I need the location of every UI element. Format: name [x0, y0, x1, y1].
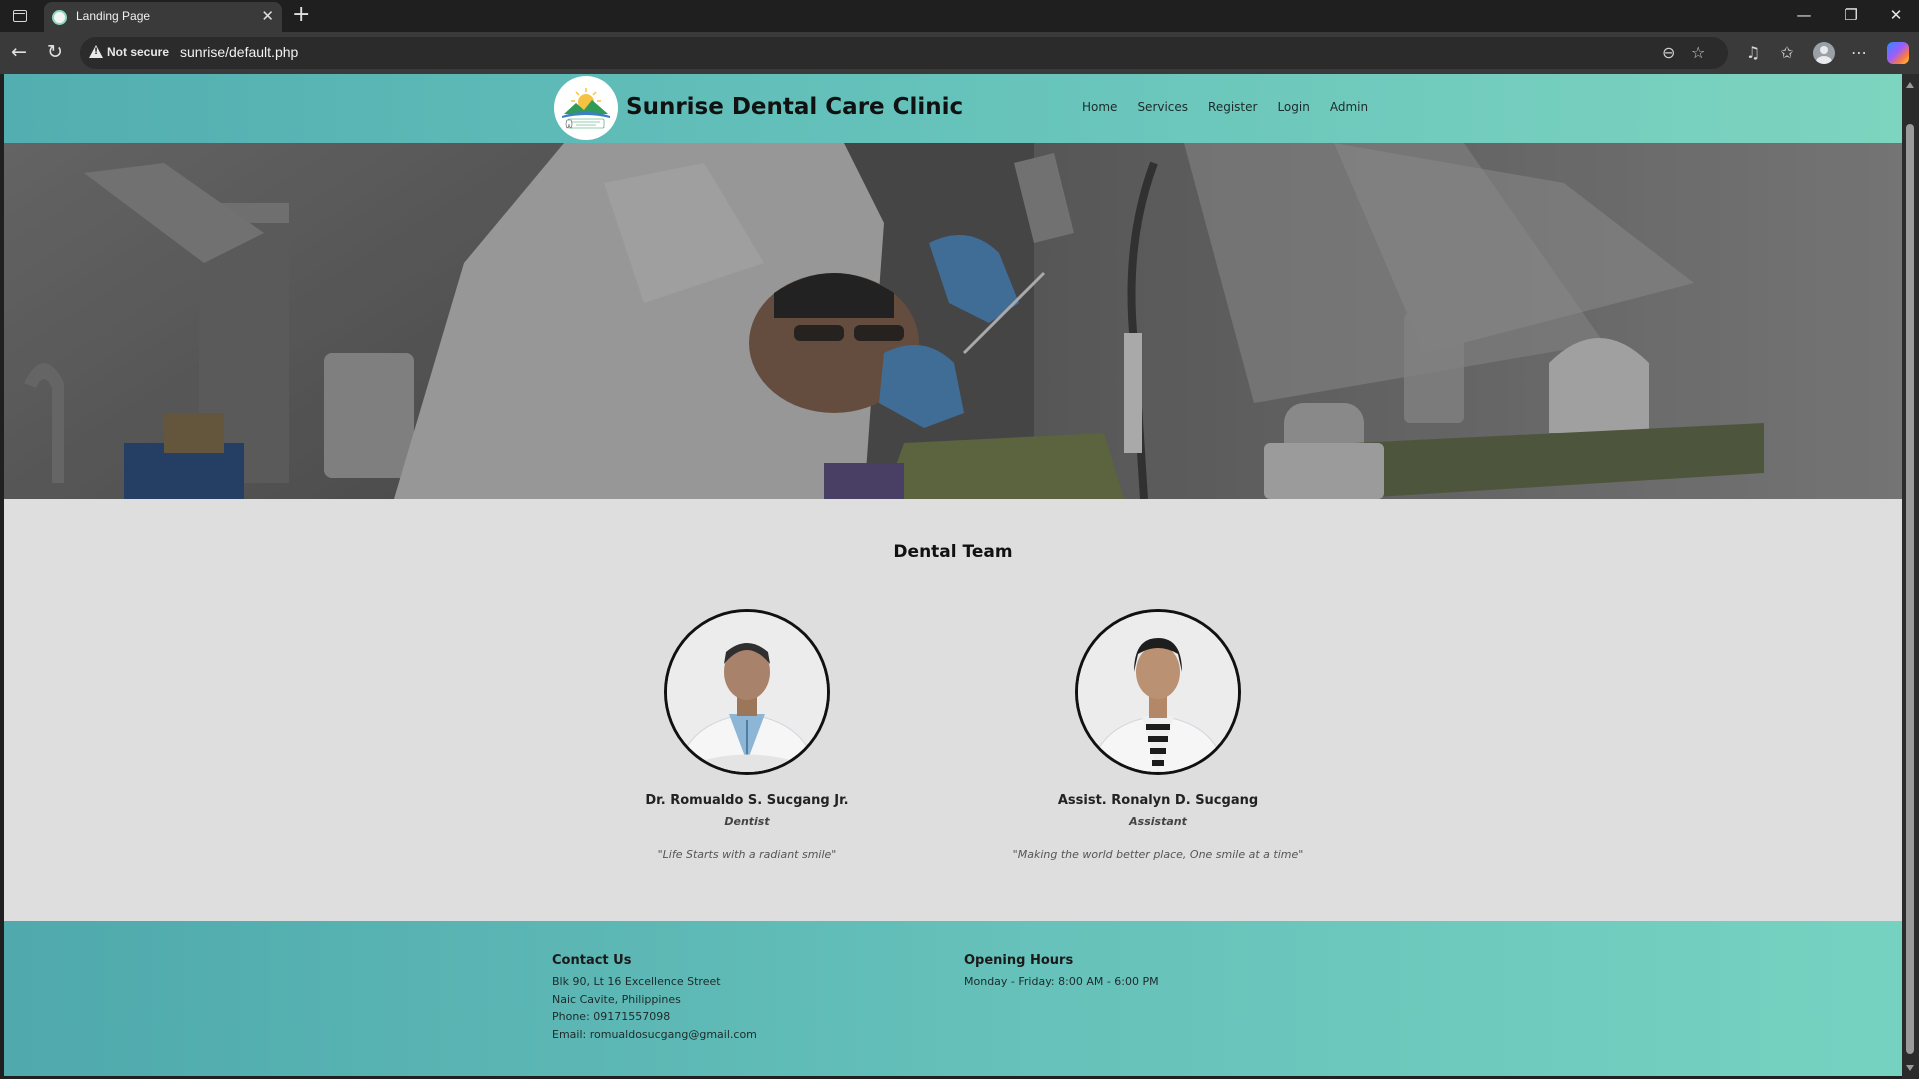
- member-name: Assist. Ronalyn D. Sucgang: [1057, 793, 1259, 808]
- browser-toolbar: ← ↻ Not secure sunrise/default.php ⊖ ☆ ♫…: [0, 32, 1919, 74]
- read-aloud-icon[interactable]: ♫: [1742, 43, 1764, 63]
- reload-icon[interactable]: ↻: [44, 41, 66, 63]
- browser-tab-bar: Landing Page ✕ + — ❐ ✕: [0, 0, 1919, 32]
- address-bar[interactable]: Not secure sunrise/default.php ⊖ ☆: [80, 37, 1728, 69]
- tab-actions-icon[interactable]: [8, 7, 32, 25]
- assistant-photo: [1075, 609, 1241, 775]
- member-quote: "Making the world better place, One smil…: [1012, 848, 1304, 861]
- security-label[interactable]: Not secure: [107, 45, 169, 59]
- scroll-down-icon[interactable]: [1906, 1065, 1914, 1071]
- favorite-star-icon[interactable]: ☆: [1691, 43, 1705, 63]
- contact-section: Contact Us Blk 90, Lt 16 Excellence Stre…: [552, 953, 757, 1043]
- minimize-icon[interactable]: —: [1794, 5, 1814, 25]
- clinic-logo[interactable]: [554, 76, 618, 140]
- contact-email[interactable]: Email: romualdosucgang@gmail.com: [552, 1026, 757, 1044]
- contact-address-line-2: Naic Cavite, Philippines: [552, 992, 681, 1006]
- url-text[interactable]: sunrise/default.php: [180, 44, 298, 60]
- contact-phone: Phone: 09171557098: [552, 1010, 671, 1023]
- team-section-title: Dental Team: [893, 542, 1013, 562]
- team-member-card: Assist. Ronalyn D. Sucgang Assistant "Ma…: [978, 609, 1338, 861]
- team-member-card: Dr. Romualdo S. Sucgang Jr. Dentist "Lif…: [567, 609, 927, 861]
- contact-heading: Contact Us: [552, 953, 632, 968]
- member-name: Dr. Romualdo S. Sucgang Jr.: [645, 793, 849, 808]
- sunrise-logo-icon: [555, 77, 617, 139]
- new-tab-button[interactable]: +: [292, 3, 310, 27]
- copilot-icon[interactable]: [1887, 42, 1909, 64]
- contact-address-line-1: Blk 90, Lt 16 Excellence Street: [552, 975, 721, 988]
- site-footer: Contact Us Blk 90, Lt 16 Excellence Stre…: [4, 921, 1902, 1076]
- nav-admin[interactable]: Admin: [1330, 100, 1368, 114]
- brand-title: Sunrise Dental Care Clinic: [626, 94, 964, 120]
- warning-icon: [89, 45, 103, 58]
- restore-icon[interactable]: ❐: [1841, 5, 1861, 25]
- tab-title: Landing Page: [76, 9, 151, 23]
- nav-login[interactable]: Login: [1277, 100, 1309, 114]
- nav-home[interactable]: Home: [1082, 100, 1117, 114]
- nav-services[interactable]: Services: [1137, 100, 1188, 114]
- window-close-icon[interactable]: ✕: [1886, 5, 1906, 25]
- member-role: Assistant: [1129, 815, 1187, 828]
- browser-tab[interactable]: Landing Page ✕: [44, 2, 282, 32]
- scroll-thumb[interactable]: [1906, 124, 1914, 1054]
- hero-image: [4, 143, 1902, 499]
- main-nav: Home Services Register Login Admin: [1082, 100, 1388, 114]
- tab-favicon-icon: [52, 10, 67, 25]
- dentist-portrait-icon: [667, 612, 827, 772]
- scroll-up-icon[interactable]: [1906, 82, 1914, 88]
- hours-line: Monday - Friday: 8:00 AM - 6:00 PM: [964, 975, 1159, 988]
- profile-avatar[interactable]: [1813, 42, 1835, 64]
- dentist-photo: [664, 609, 830, 775]
- member-quote: "Life Starts with a radiant smile": [657, 848, 837, 861]
- back-arrow-icon[interactable]: ←: [8, 41, 30, 63]
- hours-section: Opening Hours Monday - Friday: 8:00 AM -…: [964, 953, 1159, 991]
- site-header: Sunrise Dental Care Clinic Home Services…: [4, 74, 1902, 143]
- more-options-icon[interactable]: ⋯: [1848, 43, 1870, 63]
- hours-heading: Opening Hours: [964, 953, 1074, 968]
- assistant-portrait-icon: [1078, 612, 1238, 772]
- dental-procedure-photo: [4, 143, 1902, 499]
- zoom-icon[interactable]: ⊖: [1662, 43, 1675, 63]
- tab-close-icon[interactable]: ✕: [261, 8, 274, 24]
- page-viewport: Sunrise Dental Care Clinic Home Services…: [4, 74, 1902, 1076]
- nav-register[interactable]: Register: [1208, 100, 1257, 114]
- page-scrollbar[interactable]: [1902, 74, 1919, 1079]
- member-role: Dentist: [724, 815, 770, 828]
- favorites-icon[interactable]: ✩: [1776, 43, 1798, 63]
